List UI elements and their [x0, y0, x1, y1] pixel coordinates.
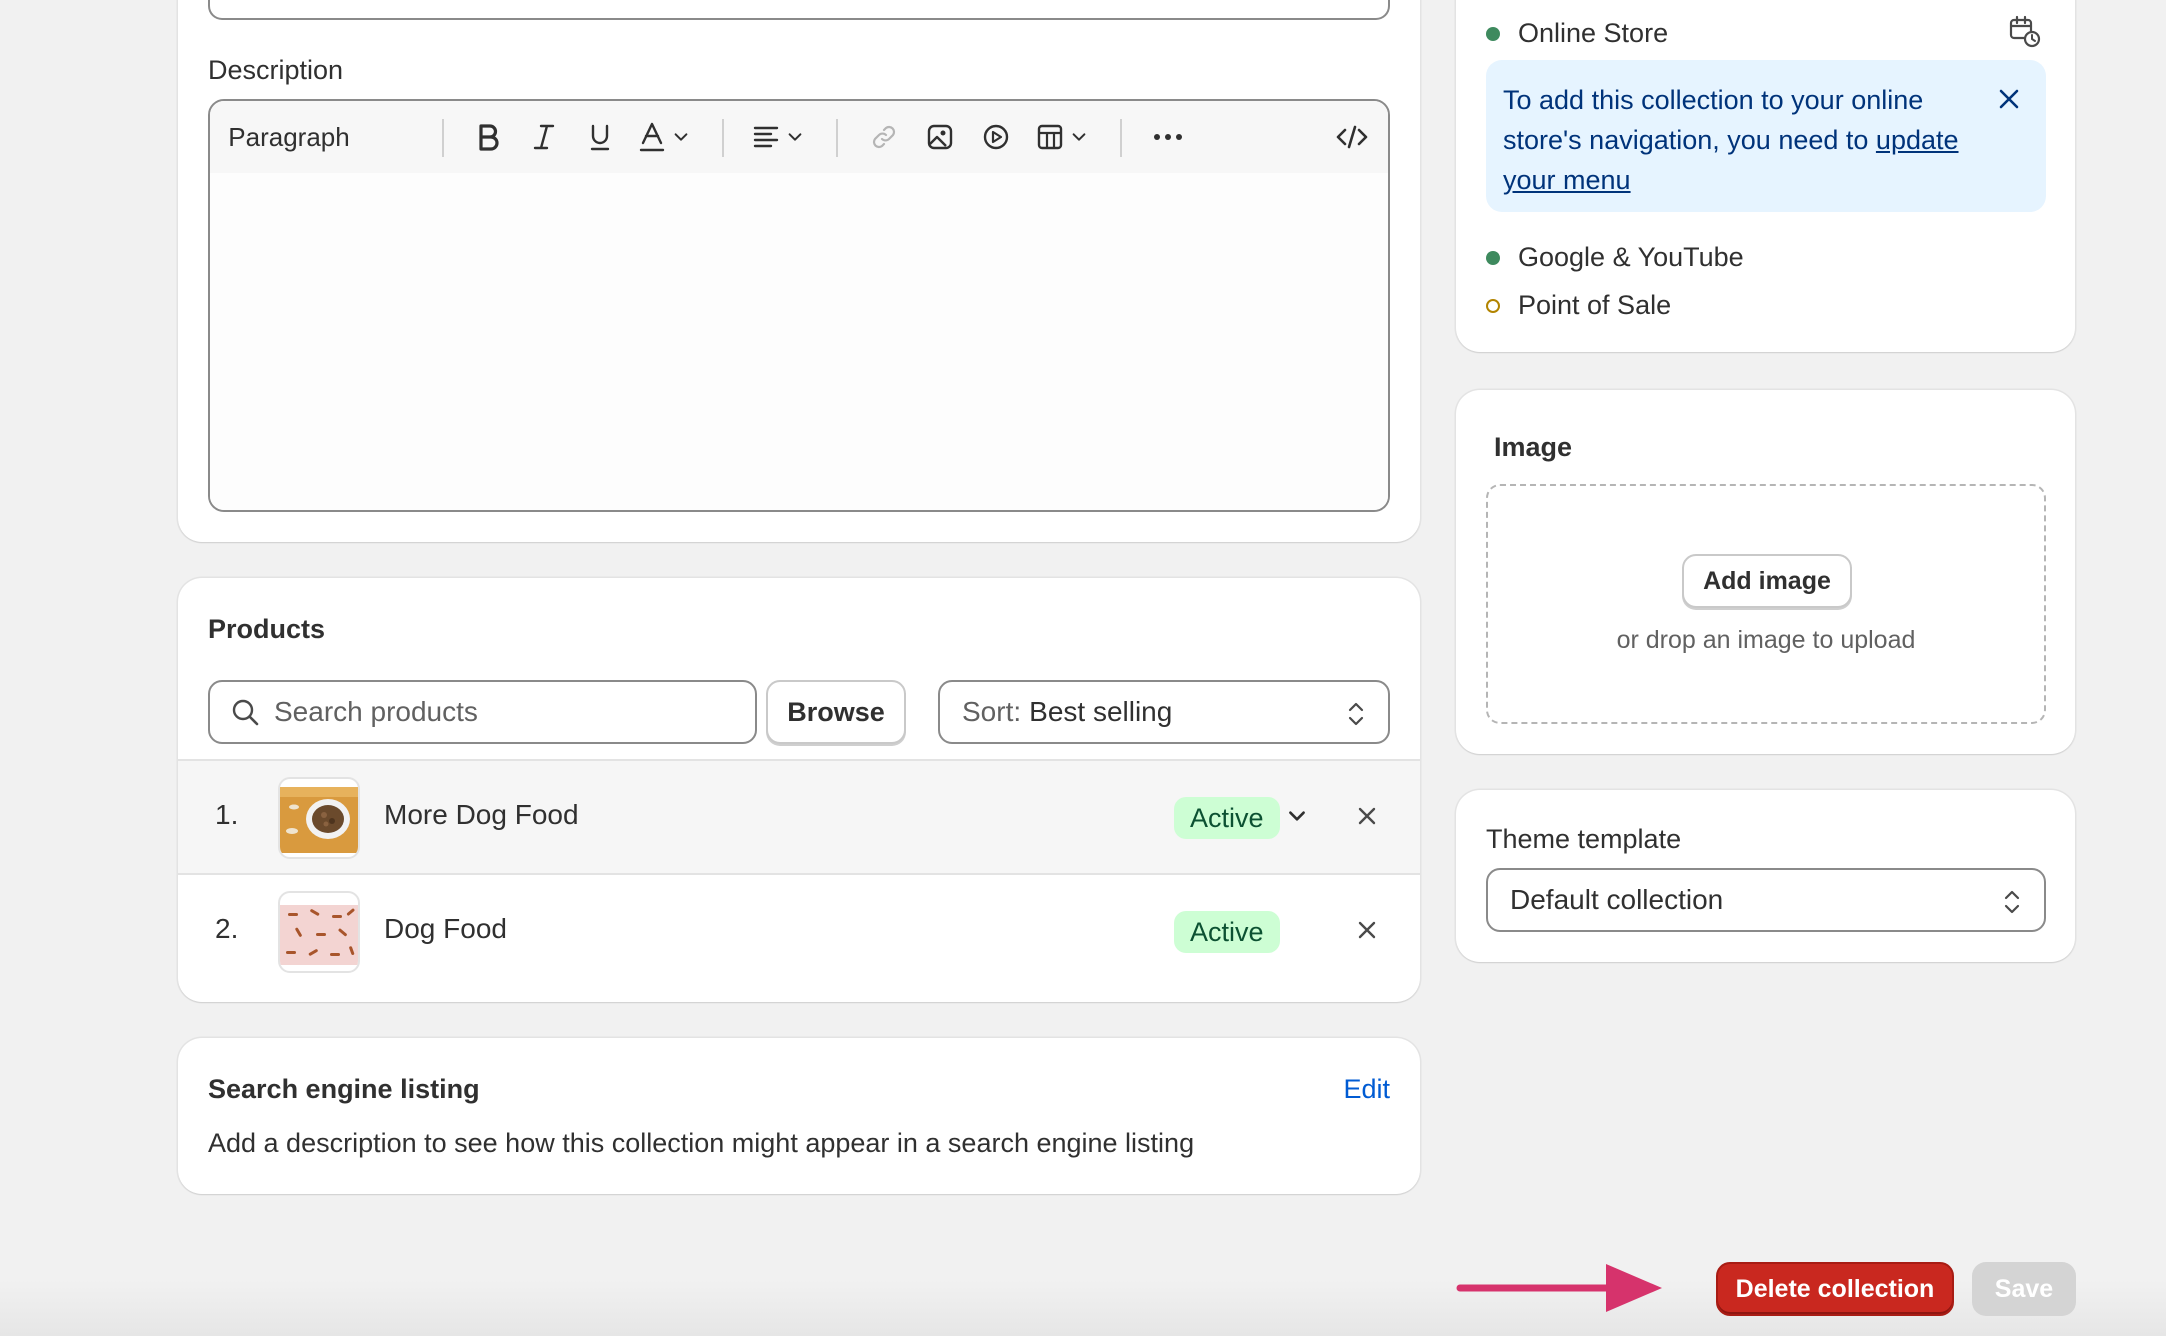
theme-template-card: Theme template Default collection [1456, 790, 2075, 962]
seo-description: Add a description to see how this collec… [208, 1128, 1195, 1158]
table-icon [1037, 124, 1063, 150]
channel-label: Point of Sale [1518, 290, 1672, 320]
select-arrows-icon [2004, 890, 2020, 914]
more-horizontal-icon [1154, 134, 1182, 140]
theme-template-select[interactable]: Default collection [1486, 868, 2046, 932]
align-button[interactable] [748, 115, 808, 159]
search-products-input[interactable] [274, 696, 744, 728]
text-color-button[interactable] [634, 115, 694, 159]
dog-food-bowl-image [280, 787, 358, 853]
seo-edit-link[interactable]: Edit [1343, 1074, 1390, 1105]
product-row[interactable]: 2. Dog Food Active [178, 873, 1420, 987]
remove-icon[interactable] [1356, 805, 1378, 827]
chevron-down-icon [674, 133, 688, 141]
toolbar-divider [722, 119, 724, 157]
product-thumbnail [278, 891, 360, 973]
bold-icon [479, 124, 499, 151]
product-name[interactable]: More Dog Food [384, 799, 579, 831]
banner-close-button[interactable] [1996, 86, 2022, 115]
channel-online-store: Online Store [1486, 18, 1668, 49]
italic-button[interactable] [524, 115, 564, 159]
html-code-button[interactable] [1330, 115, 1374, 159]
align-left-icon [753, 126, 779, 148]
drop-hint: or drop an image to upload [1616, 626, 1916, 654]
status-dot [1486, 298, 1500, 313]
rich-text-editor[interactable]: Paragraph [208, 99, 1390, 512]
toolbar-divider [442, 119, 444, 157]
editor-toolbar: Paragraph [210, 101, 1388, 173]
products-card: Products Browse Sort: Best selling 1. Mo… [178, 578, 1420, 1002]
code-icon [1336, 125, 1368, 149]
channel-google-youtube: Google & YouTube [1486, 242, 1744, 273]
remove-icon[interactable] [1356, 919, 1378, 941]
chevron-down-icon [788, 133, 802, 141]
editor-content-area[interactable] [210, 173, 1388, 510]
image-heading: Image [1494, 432, 1573, 462]
insert-video-button[interactable] [976, 115, 1016, 159]
add-image-button[interactable]: Add image [1682, 554, 1852, 608]
play-circle-icon [983, 124, 1009, 150]
row-index: 2. [215, 913, 239, 944]
bone-pattern-image [280, 905, 358, 965]
close-icon [1999, 89, 2019, 109]
channel-point-of-sale: Point of Sale [1486, 290, 1671, 321]
products-heading: Products [208, 614, 326, 644]
insert-image-button[interactable] [920, 115, 960, 159]
browse-button[interactable]: Browse [766, 680, 906, 744]
description-card: Description Paragraph [178, 0, 1420, 542]
link-icon [872, 125, 896, 149]
search-icon [232, 699, 259, 726]
text-color-icon [639, 122, 665, 152]
description-label: Description [208, 55, 344, 85]
delete-collection-button[interactable]: Delete collection [1716, 1262, 1954, 1316]
theme-template-label: Theme template [1486, 824, 1682, 854]
title-input[interactable] [208, 0, 1390, 20]
paragraph-format-select[interactable]: Paragraph [228, 115, 362, 159]
image-card: Image Add image or drop an image to uplo… [1456, 390, 2075, 754]
chevron-down-icon [1072, 133, 1086, 141]
row-index: 1. [215, 799, 239, 830]
status-badge: Active [1174, 911, 1280, 953]
toolbar-divider [1120, 119, 1122, 157]
image-dropzone[interactable]: Add image or drop an image to upload [1486, 484, 2046, 724]
search-products-field[interactable] [208, 680, 757, 744]
channel-label: Google & YouTube [1518, 242, 1744, 272]
sales-channels-card: Online Store To add this collection to y… [1456, 0, 2075, 352]
select-arrows-icon [1348, 702, 1364, 726]
product-thumbnail [278, 777, 360, 859]
seo-card: Search engine listing Edit Add a descrip… [178, 1038, 1420, 1194]
channel-label: Online Store [1518, 18, 1669, 48]
save-button[interactable]: Save [1972, 1262, 2076, 1316]
underline-button[interactable] [580, 115, 620, 159]
paragraph-format-label: Paragraph [228, 121, 350, 152]
toolbar-divider [836, 119, 838, 157]
link-button[interactable] [864, 115, 904, 159]
underline-icon [590, 124, 610, 151]
insert-table-button[interactable] [1032, 115, 1092, 159]
image-icon [927, 124, 953, 150]
product-name[interactable]: Dog Food [384, 913, 507, 945]
banner-text: To add this collection to your online st… [1503, 85, 1924, 155]
theme-template-value: Default collection [1510, 884, 1724, 915]
seo-heading: Search engine listing [208, 1074, 480, 1104]
status-badge: Active [1174, 797, 1280, 839]
sort-select[interactable]: Sort: Best selling [938, 680, 1390, 744]
schedule-calendar-icon[interactable] [2007, 14, 2043, 50]
sort-prefix: Sort: [962, 696, 1022, 727]
navigation-info-banner: To add this collection to your online st… [1486, 60, 2046, 212]
sort-value: Best selling [1029, 696, 1173, 727]
more-options-button[interactable] [1146, 115, 1190, 159]
annotation-arrow-icon [1456, 1264, 1662, 1312]
bold-button[interactable] [468, 115, 508, 159]
italic-icon [533, 124, 555, 150]
status-dot [1486, 250, 1500, 265]
product-row[interactable]: 1. More Dog Food Active [178, 759, 1420, 873]
chevron-down-icon[interactable] [1286, 805, 1308, 827]
status-dot [1486, 26, 1500, 41]
